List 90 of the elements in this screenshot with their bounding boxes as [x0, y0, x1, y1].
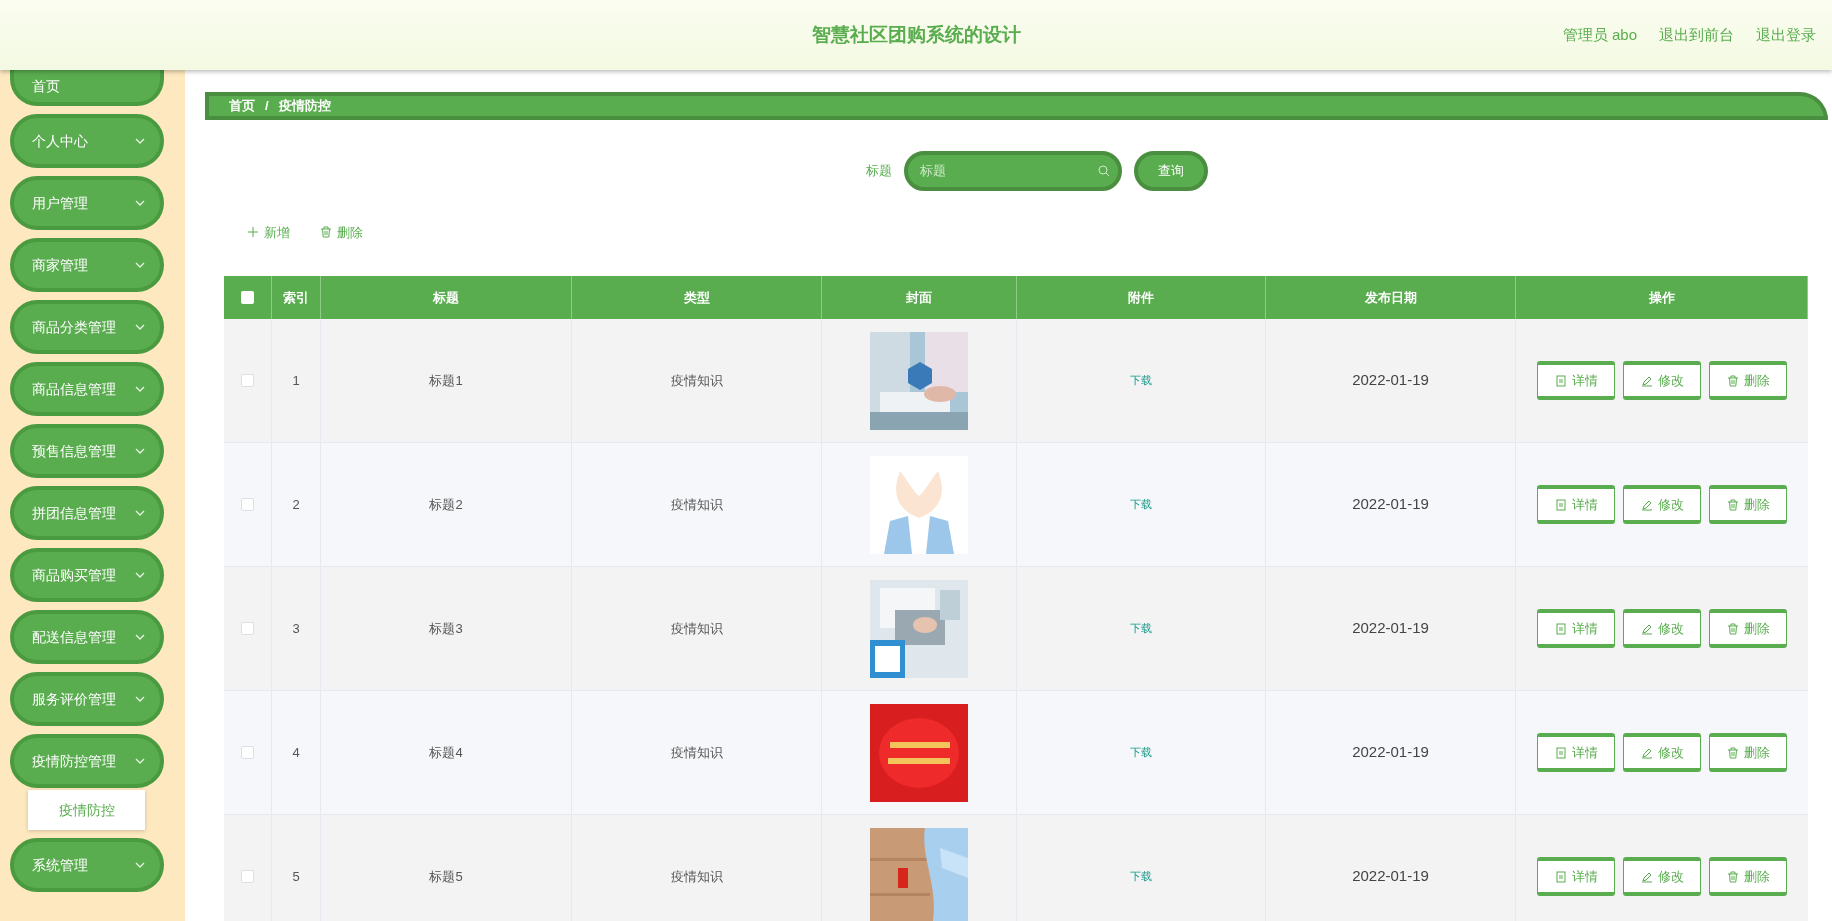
pencil-icon [1640, 746, 1653, 759]
sidebar-item[interactable]: 商品信息管理 [10, 362, 164, 416]
table-cell: 2022-01-19 [1266, 691, 1516, 814]
query-button[interactable]: 查询 [1133, 150, 1208, 191]
table-cell: 标题1 [321, 319, 572, 442]
add-button[interactable]: 新增 [247, 222, 290, 242]
row-checkbox[interactable] [241, 498, 254, 511]
delete-button[interactable]: 删除 [320, 222, 363, 242]
sidebar-item[interactable]: 系统管理 [10, 838, 164, 892]
trash-icon [1726, 870, 1739, 883]
action-button[interactable]: 删除 [1709, 857, 1787, 896]
breadcrumb-item: / [265, 97, 269, 115]
table-cell: 3 [272, 567, 321, 690]
search-field[interactable]: 标题 [903, 150, 1122, 191]
breadcrumb-item[interactable]: 首页 [229, 96, 255, 116]
plus-icon [247, 226, 259, 239]
action-button[interactable]: 详情 [1537, 733, 1615, 772]
table-cell: 标题4 [321, 691, 572, 814]
action-button[interactable]: 详情 [1537, 609, 1615, 648]
trash-icon [320, 226, 332, 239]
table-cell: 1 [272, 319, 321, 442]
breadcrumb-item: 疫情防控 [278, 97, 331, 115]
download-link[interactable]: 下载 [1130, 744, 1152, 761]
table-cell: 疫情知识 [572, 443, 822, 566]
table-cell: 疫情知识 [572, 815, 822, 921]
download-link[interactable]: 下载 [1130, 496, 1152, 513]
document-icon [1554, 498, 1567, 511]
document-icon [1554, 870, 1567, 883]
action-button[interactable]: 修改 [1623, 733, 1701, 772]
row-checkbox[interactable] [241, 622, 254, 635]
sidebar-item[interactable]: 服务评价管理 [10, 672, 164, 726]
row-checkbox[interactable] [241, 746, 254, 759]
table-cell: 4 [272, 691, 321, 814]
sidebar-item[interactable]: 用户管理 [10, 176, 164, 230]
sidebar-item[interactable]: 商品分类管理 [10, 300, 164, 354]
pencil-icon [1640, 622, 1653, 635]
sidebar-item[interactable]: 预售信息管理 [10, 424, 164, 478]
sidebar-item[interactable]: 配送信息管理 [10, 610, 164, 664]
action-button[interactable]: 删除 [1709, 485, 1787, 524]
table-cell: 标题3 [321, 567, 572, 690]
sidebar-item[interactable]: 商品购买管理 [10, 548, 164, 602]
select-all-checkbox[interactable] [241, 291, 254, 304]
search-icon [1097, 164, 1110, 177]
trash-icon [1726, 498, 1739, 511]
table-cell: 疫情知识 [572, 691, 822, 814]
sidebar-item[interactable]: 商家管理 [10, 238, 164, 292]
sidebar-item[interactable]: 首页 [10, 70, 164, 106]
row-checkbox[interactable] [241, 374, 254, 387]
action-button[interactable]: 修改 [1623, 857, 1701, 896]
trash-icon [1726, 374, 1739, 387]
download-link[interactable]: 下载 [1130, 620, 1152, 637]
document-icon [1554, 622, 1567, 635]
action-button[interactable]: 详情 [1537, 361, 1615, 400]
action-button[interactable]: 修改 [1623, 609, 1701, 648]
download-link[interactable]: 下载 [1130, 868, 1152, 885]
sidebar-item[interactable]: 拼团信息管理 [10, 486, 164, 540]
download-link[interactable]: 下载 [1130, 372, 1152, 389]
document-icon [1554, 746, 1567, 759]
submenu-item[interactable]: 疫情防控 [28, 790, 145, 830]
table-cell: 5 [272, 815, 321, 921]
trash-icon [1726, 622, 1739, 635]
action-button[interactable]: 修改 [1623, 361, 1701, 400]
action-button[interactable]: 详情 [1537, 485, 1615, 524]
header-link[interactable]: 退出到前台 [1659, 24, 1734, 47]
pencil-icon [1640, 498, 1653, 511]
header-link[interactable]: 退出登录 [1756, 24, 1816, 47]
table-cell: 2 [272, 443, 321, 566]
action-button[interactable]: 删除 [1709, 361, 1787, 400]
action-button[interactable]: 删除 [1709, 609, 1787, 648]
table-cell: 疫情知识 [572, 567, 822, 690]
sidebar-item[interactable]: 疫情防控管理 [10, 734, 164, 788]
search-label: 标题 [865, 161, 892, 180]
header-link[interactable]: 管理员 abo [1562, 24, 1637, 47]
table-cell: 标题2 [321, 443, 572, 566]
document-icon [1554, 374, 1567, 387]
row-checkbox[interactable] [241, 870, 254, 883]
action-button[interactable]: 修改 [1623, 485, 1701, 524]
table-cell: 标题5 [321, 815, 572, 921]
sidebar-item[interactable]: 个人中心 [10, 114, 164, 168]
action-button[interactable]: 删除 [1709, 733, 1787, 772]
app-title: 智慧社区团购系统的设计 [811, 22, 1021, 47]
table-cell: 疫情知识 [572, 319, 822, 442]
action-button[interactable]: 详情 [1537, 857, 1615, 896]
table-cell: 2022-01-19 [1266, 319, 1516, 442]
trash-icon [1726, 746, 1739, 759]
table-cell: 2022-01-19 [1266, 815, 1516, 921]
table-cell: 2022-01-19 [1266, 443, 1516, 566]
table-cell: 2022-01-19 [1266, 567, 1516, 690]
pencil-icon [1640, 374, 1653, 387]
pencil-icon [1640, 870, 1653, 883]
